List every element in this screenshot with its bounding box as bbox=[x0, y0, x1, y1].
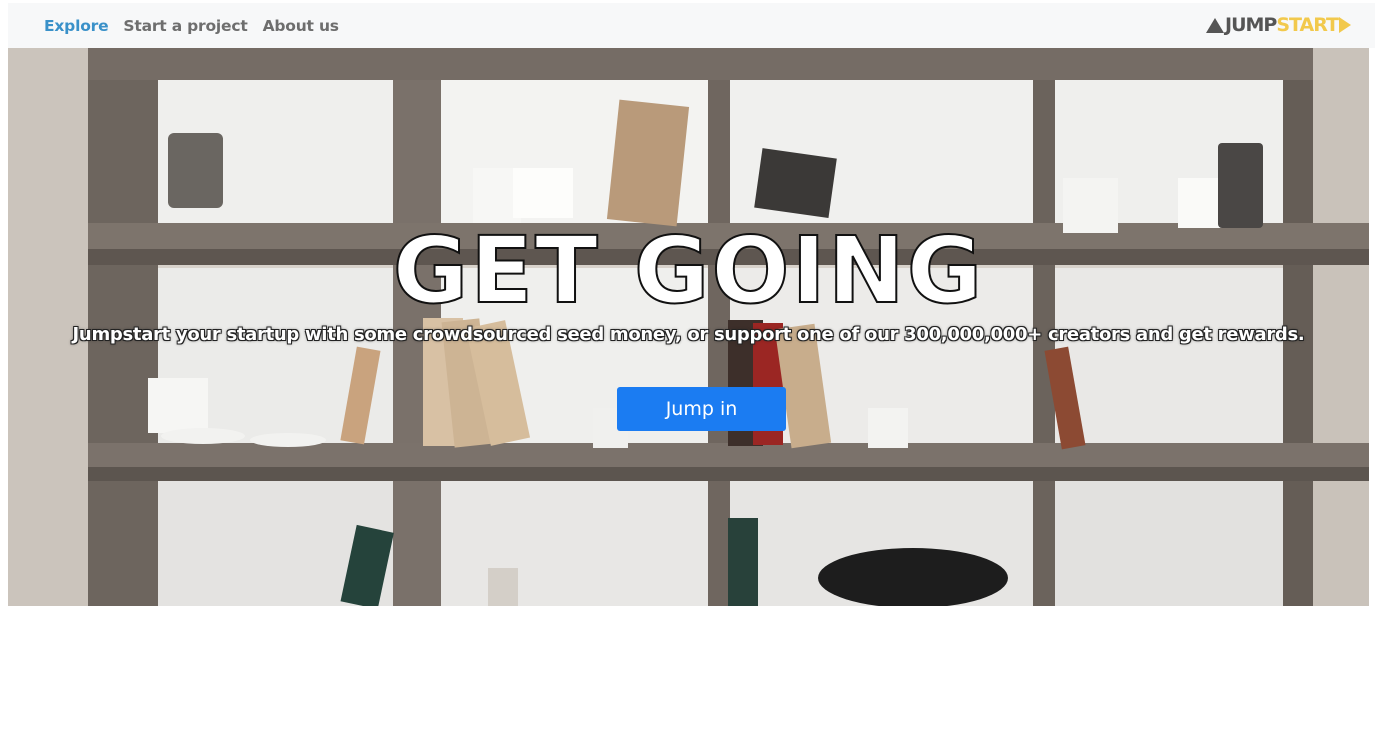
logo-play-icon bbox=[1339, 17, 1351, 33]
logo-start-text: START bbox=[1276, 14, 1339, 36]
nav-start-project-link[interactable]: Start a project bbox=[123, 17, 247, 35]
jump-in-button[interactable]: Jump in bbox=[617, 387, 786, 431]
logo-triangle-icon bbox=[1206, 17, 1225, 33]
jumpstart-logo[interactable]: JUMPSTART bbox=[1206, 14, 1351, 36]
logo-text: JUMPSTART bbox=[1225, 14, 1339, 36]
hero-section: GET GOING Jumpstart your startup with so… bbox=[8, 48, 1369, 606]
logo-jump-text: JUMP bbox=[1225, 14, 1277, 36]
hero-title: GET GOING bbox=[392, 216, 985, 325]
hero-subtitle: Jumpstart your startup with some crowdso… bbox=[72, 324, 1305, 345]
nav-links: Explore Start a project About us bbox=[44, 17, 354, 35]
nav-about-us-link[interactable]: About us bbox=[263, 17, 339, 35]
nav-explore-link[interactable]: Explore bbox=[44, 17, 109, 35]
top-navbar: Explore Start a project About us JUMPSTA… bbox=[8, 3, 1375, 48]
